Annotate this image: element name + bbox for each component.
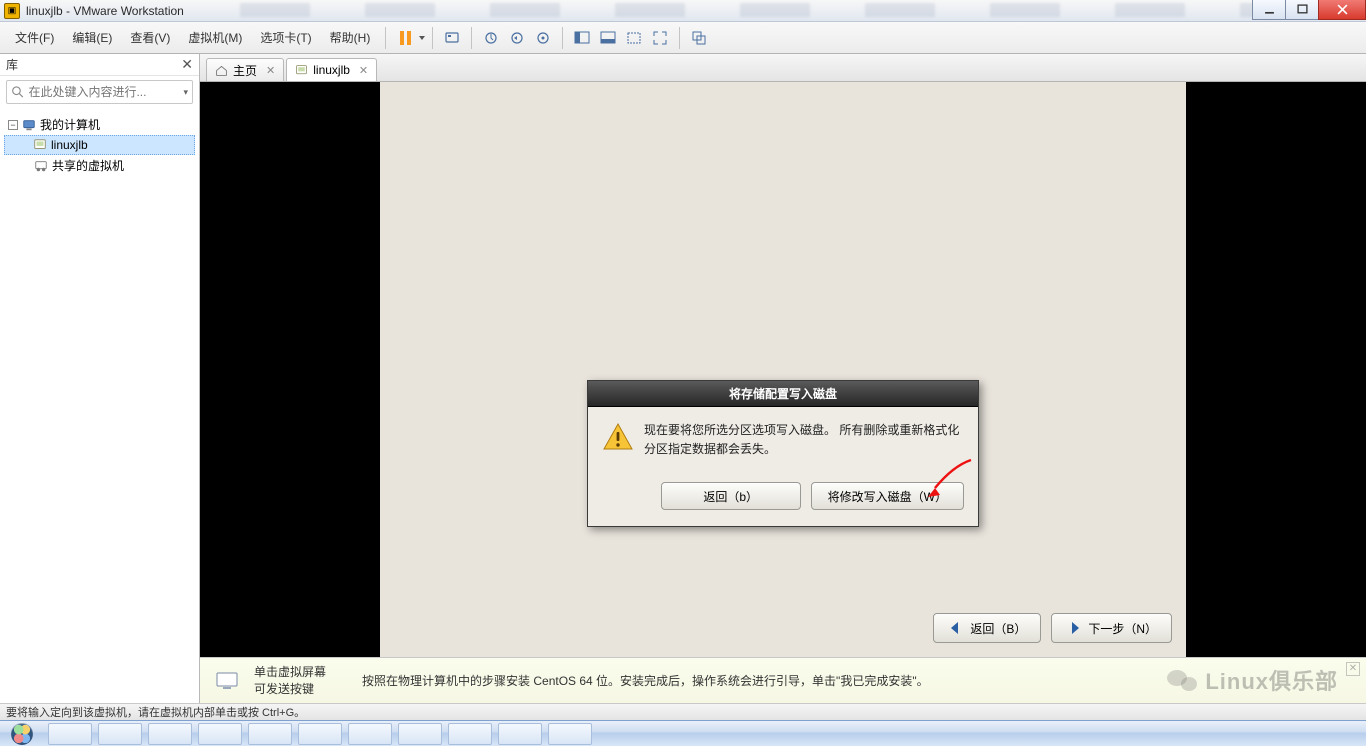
windows-taskbar: [0, 720, 1366, 746]
app-icon: ▣: [4, 3, 20, 19]
tab-home-label: 主页: [233, 62, 257, 79]
taskbar-item[interactable]: [98, 723, 142, 745]
taskbar-item[interactable]: [148, 723, 192, 745]
vm-viewport[interactable]: 将存储配置写入磁盘 现在要将您所选分区选项写入磁盘。 所有删除或重新格式化分区指…: [200, 82, 1366, 657]
warning-icon: [602, 421, 634, 453]
menu-vm[interactable]: 虚拟机(M): [179, 24, 251, 51]
manage-snapshot-icon[interactable]: [530, 26, 556, 50]
close-button[interactable]: [1318, 0, 1366, 20]
wizard-back-button[interactable]: 返回（B）: [933, 613, 1041, 643]
tree-vm-label: linuxjlb: [51, 138, 88, 152]
collapse-icon[interactable]: −: [8, 120, 18, 130]
search-icon: [11, 85, 24, 99]
maximize-button[interactable]: [1285, 0, 1319, 20]
taskbar-item[interactable]: [48, 723, 92, 745]
taskbar-item[interactable]: [448, 723, 492, 745]
tab-home[interactable]: 主页 ✕: [206, 58, 284, 81]
taskbar-item[interactable]: [398, 723, 442, 745]
search-dropdown-icon[interactable]: ▾: [183, 87, 188, 98]
library-sidebar: 库 ✕ ▾ − 我的计算机 linuxjlb 共享的虚拟机: [0, 54, 200, 703]
revert-snapshot-icon[interactable]: [504, 26, 530, 50]
tree-vm-linuxjlb[interactable]: linuxjlb: [4, 135, 195, 155]
unity-icon[interactable]: [686, 26, 712, 50]
main-area: 主页 ✕ linuxjlb ✕ 将存储配置写入磁盘: [200, 54, 1366, 703]
arrow-left-icon: [948, 620, 964, 636]
pause-button[interactable]: [392, 26, 418, 50]
search-input[interactable]: [28, 85, 183, 99]
tree-shared-vms[interactable]: 共享的虚拟机: [4, 155, 195, 176]
arrow-right-icon: [1066, 620, 1082, 636]
menubar: 文件(F) 编辑(E) 查看(V) 虚拟机(M) 选项卡(T) 帮助(H): [0, 22, 1366, 54]
sidebar-title: 库: [6, 56, 18, 73]
fullscreen-icon[interactable]: [647, 26, 673, 50]
library-tree: − 我的计算机 linuxjlb 共享的虚拟机: [0, 108, 199, 182]
background-browser-tabs: [240, 3, 1310, 17]
wizard-next-button[interactable]: 下一步（N）: [1051, 613, 1172, 643]
computer-icon: [22, 118, 36, 132]
tab-home-close-icon[interactable]: ✕: [266, 64, 275, 77]
dialog-back-button[interactable]: 返回（b）: [661, 482, 801, 510]
pause-dropdown-icon[interactable]: [418, 31, 426, 45]
start-orb-icon: [11, 723, 33, 745]
install-hint-bar: 单击虚拟屏幕 可发送按键 按照在物理计算机中的步骤安装 CentOS 64 位。…: [200, 657, 1366, 703]
screen-icon: [216, 672, 238, 690]
vm-letterbox-left: [200, 82, 380, 657]
show-console-icon[interactable]: [595, 26, 621, 50]
tree-root-label: 我的计算机: [40, 116, 100, 133]
wechat-icon: [1165, 666, 1199, 694]
hint-close-icon[interactable]: ✕: [1346, 662, 1360, 676]
status-bar: 要将输入定向到该虚拟机，请在虚拟机内部单击或按 Ctrl+G。: [0, 703, 1366, 720]
menu-tabs[interactable]: 选项卡(T): [251, 24, 320, 51]
menu-help[interactable]: 帮助(H): [321, 24, 380, 51]
wizard-nav: 返回（B） 下一步（N）: [933, 613, 1172, 643]
window-titlebar: ▣ linuxjlb - VMware Workstation: [0, 0, 1366, 22]
content: 库 ✕ ▾ − 我的计算机 linuxjlb 共享的虚拟机: [0, 54, 1366, 703]
window-controls: [1253, 0, 1366, 20]
tab-linuxjlb[interactable]: linuxjlb ✕: [286, 58, 377, 81]
menu-edit[interactable]: 编辑(E): [63, 24, 121, 51]
window-title: linuxjlb - VMware Workstation: [26, 4, 184, 18]
sidebar-header: 库 ✕: [0, 54, 199, 76]
taskbar-item[interactable]: [498, 723, 542, 745]
tab-vm-label: linuxjlb: [313, 63, 350, 77]
taskbar-item[interactable]: [548, 723, 592, 745]
stretch-icon[interactable]: [621, 26, 647, 50]
vm-icon: [33, 138, 47, 152]
start-button[interactable]: [2, 722, 42, 746]
hint-description: 按照在物理计算机中的步骤安装 CentOS 64 位。安装完成后，操作系统会进行…: [362, 672, 929, 689]
tab-vm-close-icon[interactable]: ✕: [359, 64, 368, 77]
minimize-button[interactable]: [1252, 0, 1286, 20]
tree-root-my-computer[interactable]: − 我的计算机: [4, 114, 195, 135]
dialog-title: 将存储配置写入磁盘: [588, 381, 978, 407]
menu-view[interactable]: 查看(V): [121, 24, 179, 51]
write-storage-dialog: 将存储配置写入磁盘 现在要将您所选分区选项写入磁盘。 所有删除或重新格式化分区指…: [587, 380, 979, 527]
shared-icon: [34, 159, 48, 173]
dialog-body: 现在要将您所选分区选项写入磁盘。 所有删除或重新格式化分区指定数据都会丢失。 返…: [588, 407, 978, 526]
status-text: 要将输入定向到该虚拟机，请在虚拟机内部单击或按 Ctrl+G。: [6, 704, 305, 720]
menu-file[interactable]: 文件(F): [6, 24, 63, 51]
tree-shared-label: 共享的虚拟机: [52, 157, 124, 174]
send-ctrl-alt-del-icon[interactable]: [439, 26, 465, 50]
taskbar-item[interactable]: [198, 723, 242, 745]
show-sidebar-icon[interactable]: [569, 26, 595, 50]
close-sidebar-button[interactable]: ✕: [181, 56, 193, 73]
sidebar-search[interactable]: ▾: [6, 80, 193, 104]
dialog-message: 现在要将您所选分区选项写入磁盘。 所有删除或重新格式化分区指定数据都会丢失。: [644, 421, 964, 458]
taskbar-item[interactable]: [348, 723, 392, 745]
home-icon: [215, 64, 228, 77]
dialog-write-button[interactable]: 将修改写入磁盘（W）: [811, 482, 964, 510]
vm-tab-icon: [295, 64, 308, 77]
vm-letterbox-right: [1186, 82, 1366, 657]
hint-click-text: 单击虚拟屏幕 可发送按键: [254, 664, 326, 696]
snapshot-icon[interactable]: [478, 26, 504, 50]
taskbar-item[interactable]: [298, 723, 342, 745]
document-tabs: 主页 ✕ linuxjlb ✕: [200, 54, 1366, 82]
taskbar-item[interactable]: [248, 723, 292, 745]
watermark: Linux俱乐部: [1165, 664, 1338, 696]
vm-guest-screen[interactable]: 将存储配置写入磁盘 现在要将您所选分区选项写入磁盘。 所有删除或重新格式化分区指…: [380, 82, 1186, 657]
